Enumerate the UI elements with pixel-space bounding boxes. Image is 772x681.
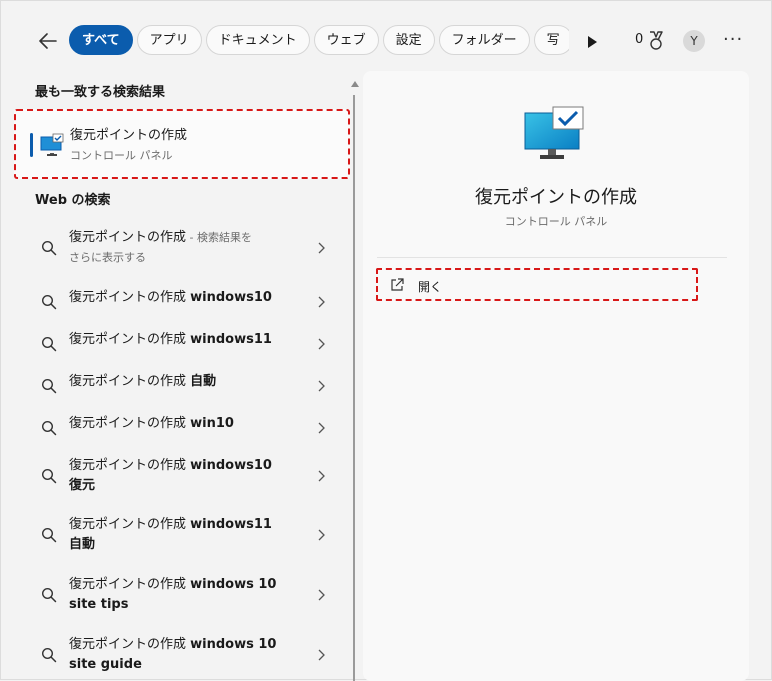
best-match-result[interactable]: 復元ポイントの作成 コントロール パネル [14, 109, 350, 179]
web-result-text: 復元ポイントの作成 windows 10 site guide [69, 637, 277, 672]
play-icon[interactable] [583, 33, 601, 51]
tab-web[interactable]: ウェブ [313, 25, 379, 55]
search-icon [41, 378, 57, 394]
results-pane: 最も一致する検索結果 復元ポイントの作成 コントロール パネル Web の検索 … [1, 71, 353, 679]
preview-pane: 復元ポイントの作成 コントロール パネル 開く [363, 71, 749, 681]
chevron-right-icon [318, 470, 325, 482]
medal-icon[interactable] [647, 31, 665, 51]
search-window: すべて アプリ ドキュメント ウェブ 設定 フォルダー写 0 Y ··· 最も一致する検索… [0, 0, 772, 681]
chevron-right-icon [318, 589, 325, 601]
web-result-text: 復元ポイントの作成 windows10 復元 [69, 458, 272, 493]
avatar[interactable]: Y [683, 30, 705, 52]
selection-indicator [30, 133, 33, 157]
tab-photos[interactable]: 写 [533, 25, 569, 55]
web-result-text: 復元ポイントの作成 windows10 [69, 290, 272, 305]
best-match-heading: 最も一致する検索結果 [35, 85, 166, 100]
chevron-right-icon [318, 296, 325, 308]
rewards-count: 0 [635, 32, 644, 47]
filter-tabs: すべて アプリ ドキュメント ウェブ 設定 フォルダー写 [69, 25, 569, 57]
search-icon [41, 294, 57, 310]
search-icon [41, 336, 57, 352]
web-result-item[interactable]: 復元ポイントの作成 自動 [1, 372, 353, 400]
search-icon [41, 647, 57, 663]
web-result-item[interactable]: 復元ポイントの作成 windows 10 site tips [1, 575, 353, 619]
web-result-item[interactable]: 復元ポイントの作成 windows11 自動 [1, 515, 353, 559]
chevron-right-icon [318, 242, 325, 254]
scrollbar-track[interactable] [353, 95, 355, 681]
more-options-icon[interactable]: ··· [723, 29, 743, 50]
web-result-text: 復元ポイントの作成 windows11 自動 [69, 517, 272, 552]
web-result-text: 復元ポイントの作成 windows11 [69, 332, 272, 347]
open-label: 開く [418, 280, 443, 294]
open-action[interactable]: 開く [376, 268, 698, 301]
chevron-right-icon [318, 529, 325, 541]
web-result-text: 復元ポイントの作成 - 検索結果を さらに表示する [69, 230, 252, 264]
search-icon [41, 240, 57, 256]
system-restore-icon [524, 106, 584, 159]
back-arrow-icon [39, 33, 57, 49]
best-match-subtitle: コントロール パネル [70, 149, 173, 162]
web-result-item[interactable]: 復元ポイントの作成 windows 10 site guide [1, 635, 353, 679]
web-result-text: 復元ポイントの作成 windows 10 site tips [69, 577, 277, 612]
tab-documents[interactable]: ドキュメント [205, 25, 310, 55]
web-result-item[interactable]: 復元ポイントの作成 windows10 復元 [1, 456, 353, 500]
best-match-title: 復元ポイントの作成 [70, 128, 188, 143]
back-button[interactable] [35, 28, 61, 54]
web-result-text: 復元ポイントの作成 自動 [69, 374, 217, 389]
scrollbar[interactable] [351, 81, 359, 681]
search-icon [41, 420, 57, 436]
web-search-heading: Web の検索 [35, 193, 111, 208]
divider [377, 257, 727, 258]
chevron-right-icon [318, 338, 325, 350]
tab-apps[interactable]: アプリ [136, 25, 202, 55]
search-icon [41, 587, 57, 603]
chevron-right-icon [318, 380, 325, 392]
tab-settings[interactable]: 設定 [382, 25, 435, 55]
search-icon [41, 468, 57, 484]
scroll-up-icon[interactable] [351, 81, 359, 87]
preview-title: 復元ポイントの作成 [475, 187, 637, 208]
preview-subtitle: コントロール パネル [504, 215, 608, 228]
chevron-right-icon [318, 422, 325, 434]
tab-all[interactable]: すべて [69, 25, 133, 55]
header: すべて アプリ ドキュメント ウェブ 設定 フォルダー写 0 Y ··· [1, 1, 771, 81]
chevron-right-icon [318, 649, 325, 661]
search-icon [41, 527, 57, 543]
web-result-item[interactable]: 復元ポイントの作成 - 検索結果を さらに表示する [1, 226, 353, 274]
open-external-icon [391, 278, 404, 291]
web-result-item[interactable]: 復元ポイントの作成 win10 [1, 414, 353, 442]
system-restore-icon [40, 133, 64, 156]
web-result-item[interactable]: 復元ポイントの作成 windows10 [1, 288, 353, 316]
web-result-item[interactable]: 復元ポイントの作成 windows11 [1, 330, 353, 358]
tab-folders[interactable]: フォルダー [438, 25, 530, 55]
web-result-text: 復元ポイントの作成 win10 [69, 416, 234, 431]
